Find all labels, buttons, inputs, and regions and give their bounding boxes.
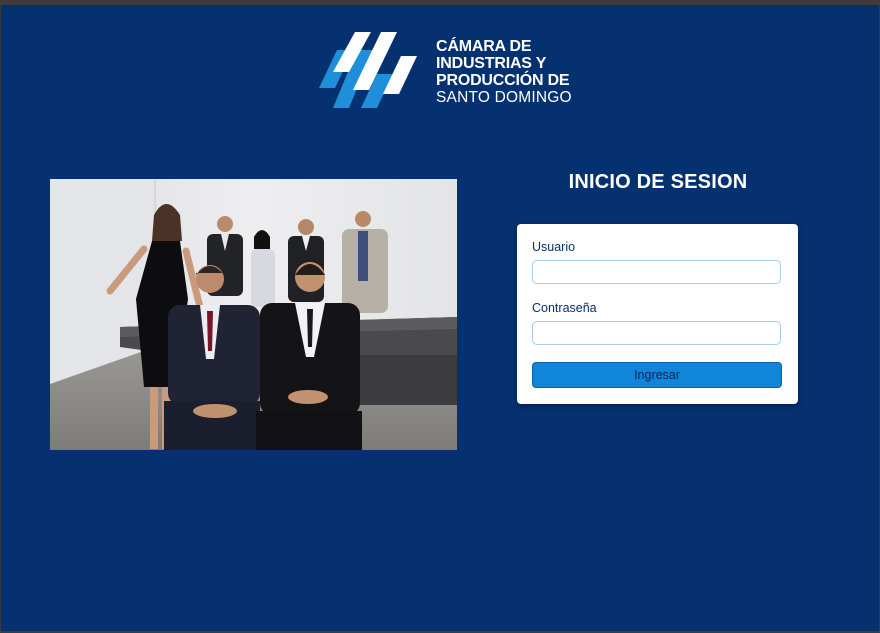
username-input[interactable] <box>532 260 781 284</box>
team-group-photo <box>50 179 457 450</box>
brand-name-line-3: PRODUCCIÓN DE <box>436 72 570 89</box>
username-label: Usuario <box>532 240 576 254</box>
brand-name-line-4: SANTO DOMINGO <box>436 89 572 106</box>
brand-logo[interactable]: CÁMARA DE INDUSTRIAS Y PRODUCCIÓN DE SAN… <box>319 32 579 114</box>
brand-name-line-2: INDUSTRIAS Y <box>436 55 547 72</box>
login-title: INICIO DE SESION <box>568 171 748 193</box>
cips-stripes-logo-icon <box>319 32 417 108</box>
login-form-card: Usuario Contraseña Ingresar <box>517 224 798 404</box>
login-submit-button[interactable]: Ingresar <box>532 362 782 388</box>
password-input[interactable] <box>532 321 781 345</box>
brand-name-line-1: CÁMARA DE <box>436 38 532 55</box>
login-page: CÁMARA DE INDUSTRIAS Y PRODUCCIÓN DE SAN… <box>1 5 879 631</box>
password-label: Contraseña <box>532 301 597 315</box>
